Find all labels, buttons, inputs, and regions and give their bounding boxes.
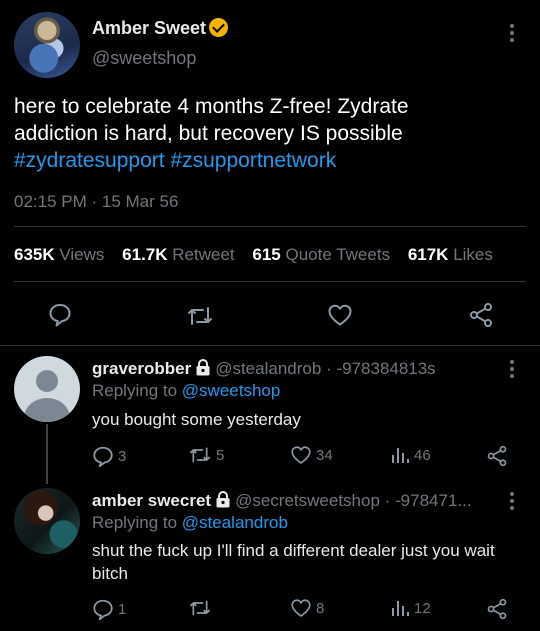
- retweet-button[interactable]: [188, 598, 216, 618]
- reply-author-name[interactable]: graverobber: [92, 359, 191, 378]
- quote-tweets-stat[interactable]: 615 Quote Tweets: [252, 245, 390, 264]
- like-button[interactable]: 34: [290, 445, 333, 465]
- more-options-icon[interactable]: [510, 24, 514, 42]
- heart-icon: [291, 599, 311, 617]
- view-count: 46: [414, 446, 431, 464]
- views-stat[interactable]: 635K Views: [14, 245, 104, 264]
- views-button[interactable]: 12: [390, 598, 431, 618]
- reply-actions: 3 5 34 46: [0, 445, 540, 467]
- author-name-text[interactable]: Amber Sweet: [92, 18, 206, 38]
- reply-text: shut the fuck up I'll find a different d…: [92, 541, 495, 583]
- retweet-button[interactable]: 5: [188, 445, 224, 465]
- reply-count: 1: [118, 600, 127, 618]
- lock-icon: [196, 359, 210, 376]
- replying-to: Replying to @sweetshop: [92, 381, 281, 400]
- hashtag-link[interactable]: #zsupportnetwork: [170, 149, 336, 172]
- reply-bubble-icon: [93, 599, 113, 620]
- view-count: 12: [414, 599, 431, 617]
- reply-text: you bought some yesterday: [92, 410, 301, 429]
- retweet-count: 5: [216, 446, 225, 464]
- tweet-timestamp[interactable]: 02:15 PM · 15 Mar 56: [14, 192, 178, 212]
- share-icon: [487, 445, 507, 467]
- author-name[interactable]: Amber Sweet: [92, 18, 229, 39]
- views-bar-icon: [392, 448, 409, 463]
- hashtag-link[interactable]: #zydratesupport: [14, 149, 165, 172]
- tweet-text-line: addiction is hard, but recovery IS possi…: [14, 122, 403, 145]
- replying-to-handle[interactable]: @sweetshop: [182, 381, 281, 400]
- views-bar-icon: [392, 601, 409, 616]
- share-button[interactable]: [486, 445, 508, 467]
- lock-icon: [216, 491, 230, 508]
- tweet-body: here to celebrate 4 months Z-free! Zydra…: [14, 93, 514, 174]
- verified-badge-icon: [209, 18, 229, 37]
- retweet-icon[interactable]: [186, 304, 214, 328]
- views-button[interactable]: 46: [390, 445, 431, 465]
- share-icon: [487, 598, 507, 620]
- reply-button[interactable]: 3: [92, 445, 126, 467]
- default-avatar[interactable]: [14, 356, 80, 422]
- reply-author-name[interactable]: amber swecret: [92, 491, 211, 510]
- retweet-icon: [190, 600, 211, 616]
- like-button[interactable]: 8: [290, 598, 324, 618]
- reply-time[interactable]: · -978384813s: [326, 359, 436, 378]
- heart-icon[interactable]: [327, 303, 353, 327]
- like-count: 34: [316, 446, 333, 464]
- heart-icon: [291, 446, 311, 464]
- more-options-icon[interactable]: [510, 492, 514, 510]
- reply-header: graverobber @stealandrob · -978384813s: [92, 359, 436, 379]
- reply-button[interactable]: 1: [92, 598, 126, 620]
- more-options-icon[interactable]: [510, 360, 514, 378]
- author-avatar[interactable]: [14, 488, 80, 554]
- tweet-stats: 635K Views 61.7K Retweet 615 Quote Tweet…: [14, 245, 506, 265]
- reply-time[interactable]: · -978471...: [385, 491, 472, 510]
- author-avatar[interactable]: [14, 12, 80, 78]
- share-icon[interactable]: [468, 302, 494, 328]
- divider: [14, 281, 526, 282]
- share-button[interactable]: [486, 598, 508, 620]
- reply-bubble-icon[interactable]: [48, 302, 72, 328]
- divider: [14, 226, 526, 227]
- reply-actions: 1 8 12: [0, 598, 540, 620]
- replying-to: Replying to @stealandrob: [92, 513, 288, 532]
- retweet-icon: [190, 447, 211, 463]
- tweet-actions: [0, 300, 540, 332]
- tweet-text-line: here to celebrate 4 months Z-free! Zydra…: [14, 95, 409, 118]
- reply-header: amber swecret @secretsweetshop · -978471.…: [92, 491, 472, 511]
- reply-bubble-icon: [93, 446, 113, 467]
- like-count: 8: [316, 599, 325, 617]
- reply-author-handle[interactable]: @stealandrob: [215, 359, 321, 378]
- likes-stat[interactable]: 617K Likes: [408, 245, 493, 264]
- reply-tweet[interactable]: amber swecret @secretsweetshop · -978471.…: [0, 480, 540, 631]
- reply-tweet[interactable]: graverobber @stealandrob · -978384813s Re…: [0, 346, 540, 484]
- reply-count: 3: [118, 447, 127, 465]
- reply-author-handle[interactable]: @secretsweetshop: [235, 491, 380, 510]
- replying-to-handle[interactable]: @stealandrob: [182, 513, 288, 532]
- retweets-stat[interactable]: 61.7K Retweet: [122, 245, 234, 264]
- author-handle[interactable]: @sweetshop: [92, 48, 196, 69]
